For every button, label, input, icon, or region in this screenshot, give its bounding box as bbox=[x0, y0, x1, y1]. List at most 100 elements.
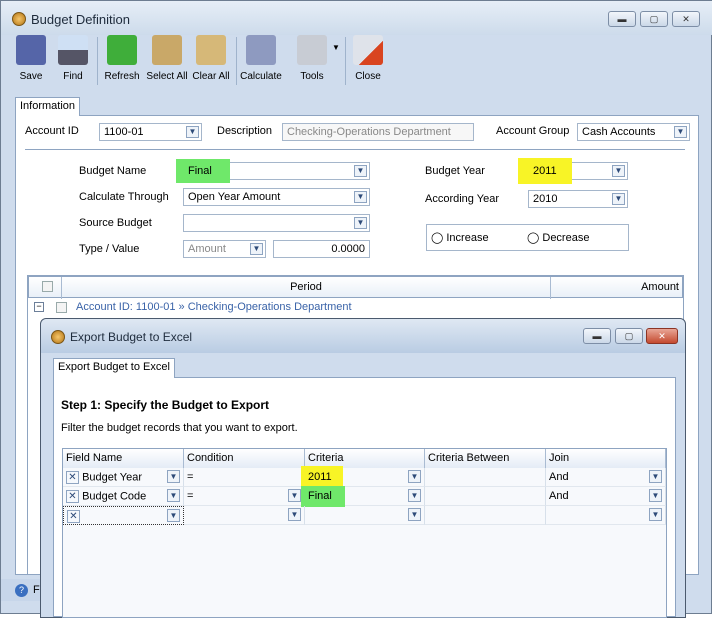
remove-row-icon[interactable]: ✕ bbox=[66, 490, 79, 503]
chevron-down-icon: ▼ bbox=[288, 489, 301, 502]
tab-export-budget[interactable]: Export Budget to Excel bbox=[53, 358, 175, 378]
account-id-combo[interactable]: 1100-01 ▼ bbox=[99, 123, 202, 141]
filter-row-2-criteria[interactable]: Final ▼ bbox=[301, 486, 425, 507]
dialog-close-button[interactable]: ✕ bbox=[646, 328, 678, 344]
filter-row-1-criteria[interactable]: 2011 ▼ bbox=[301, 466, 425, 488]
group-row-checkbox[interactable] bbox=[56, 302, 67, 313]
filter-grid: Field Name Condition Criteria Criteria B… bbox=[62, 448, 667, 618]
budget-year-combo[interactable]: 2011 ▼ bbox=[518, 158, 628, 184]
close-toolbar-button[interactable]: Close bbox=[349, 35, 387, 87]
collapse-icon[interactable]: − bbox=[34, 302, 44, 312]
condition-header[interactable]: Condition bbox=[184, 449, 305, 468]
maximize-button[interactable]: ▢ bbox=[640, 11, 668, 27]
dialog-title: Export Budget to Excel bbox=[70, 330, 193, 344]
filter-row-1-join[interactable]: And ▼ bbox=[546, 468, 666, 487]
window-title: Budget Definition bbox=[31, 12, 131, 27]
according-year-combo[interactable]: 2010 ▼ bbox=[528, 190, 628, 208]
type-value-label: Type / Value bbox=[79, 243, 140, 255]
refresh-icon bbox=[107, 35, 137, 65]
calculator-icon bbox=[246, 35, 276, 65]
binoculars-icon bbox=[58, 35, 88, 65]
status-bar: ? F bbox=[1, 579, 41, 601]
tools-dropdown-arrow-icon[interactable]: ▼ bbox=[332, 43, 340, 52]
app-icon bbox=[51, 330, 65, 344]
source-budget-label: Source Budget bbox=[79, 217, 152, 229]
filter-row-2-field[interactable]: ✕ Budget Code ▼ bbox=[63, 487, 184, 506]
clipboard-check-icon bbox=[152, 35, 182, 65]
chevron-down-icon: ▼ bbox=[167, 509, 180, 522]
chevron-down-icon: ▼ bbox=[649, 508, 662, 521]
remove-row-icon[interactable]: ✕ bbox=[66, 471, 79, 484]
filter-row-1-condition[interactable]: = bbox=[184, 468, 305, 487]
type-combo[interactable]: Amount ▼ bbox=[183, 240, 266, 258]
app-icon bbox=[12, 12, 26, 26]
value-field[interactable]: 0.0000 bbox=[273, 240, 370, 258]
chevron-down-icon: ▼ bbox=[186, 126, 199, 138]
clipboard-eraser-icon bbox=[196, 35, 226, 65]
filter-row-3-criteria[interactable]: ▼ bbox=[305, 506, 425, 525]
chevron-down-icon: ▼ bbox=[649, 470, 662, 483]
select-all-checkbox[interactable] bbox=[42, 281, 53, 292]
toolbar: Save Find Refresh Select All Clear All C… bbox=[9, 35, 399, 89]
calculate-through-combo[interactable]: Open Year Amount ▼ bbox=[183, 188, 370, 206]
filter-row-3-between[interactable] bbox=[425, 506, 546, 525]
description-field[interactable]: Checking-Operations Department bbox=[282, 123, 474, 141]
tab-information[interactable]: Information bbox=[15, 97, 81, 116]
decrease-radio[interactable]: ◯ Decrease bbox=[527, 231, 589, 244]
clear-all-button[interactable]: Clear All bbox=[191, 35, 231, 87]
filter-row-1-field[interactable]: ✕ Budget Year ▼ bbox=[63, 468, 184, 487]
period-header[interactable]: Period bbox=[62, 281, 550, 293]
calculate-button[interactable]: Calculate bbox=[239, 35, 283, 87]
minimize-button[interactable]: ▬ bbox=[608, 11, 636, 27]
filter-row-3-condition[interactable]: ▼ bbox=[184, 506, 305, 525]
chevron-down-icon: ▼ bbox=[612, 165, 625, 177]
source-budget-combo[interactable]: ▼ bbox=[183, 214, 370, 232]
select-all-button[interactable]: Select All bbox=[145, 35, 189, 87]
according-year-label: According Year bbox=[425, 193, 499, 205]
filter-row-2-condition[interactable]: = ▼ bbox=[184, 487, 305, 506]
chevron-down-icon: ▼ bbox=[354, 165, 367, 177]
increase-radio[interactable]: ◯ Increase bbox=[431, 231, 489, 244]
find-button[interactable]: Find bbox=[55, 35, 91, 87]
filter-row-1-between[interactable] bbox=[425, 468, 546, 487]
chevron-down-icon: ▼ bbox=[612, 193, 625, 205]
close-button[interactable]: ✕ bbox=[672, 11, 700, 27]
increase-decrease-group: ◯ Increase ◯ Decrease bbox=[426, 224, 629, 251]
calculate-through-label: Calculate Through bbox=[79, 191, 169, 203]
budget-name-combo[interactable]: Final ▼ bbox=[176, 159, 370, 183]
filter-row-2-between[interactable] bbox=[425, 487, 546, 506]
chevron-down-icon: ▼ bbox=[408, 470, 421, 483]
dialog-maximize-button[interactable]: ▢ bbox=[615, 328, 643, 344]
chevron-down-icon: ▼ bbox=[288, 508, 301, 521]
account-group-combo[interactable]: Cash Accounts ▼ bbox=[577, 123, 690, 141]
dialog-title-bar: Export Budget to Excel ▬ ▢ ✕ bbox=[41, 319, 685, 353]
filter-row-2-join[interactable]: And ▼ bbox=[546, 487, 666, 506]
help-icon[interactable]: ? bbox=[15, 584, 28, 597]
account-group-label: Account Group bbox=[496, 125, 570, 137]
chevron-down-icon: ▼ bbox=[354, 191, 367, 203]
chevron-down-icon: ▼ bbox=[408, 508, 421, 521]
group-row: Account ID: 1100-01 » Checking-Operation… bbox=[76, 301, 352, 313]
save-button[interactable]: Save bbox=[13, 35, 49, 87]
account-id-label: Account ID bbox=[25, 125, 79, 137]
filter-row-3-field[interactable]: ✕ ▼ bbox=[63, 506, 184, 525]
refresh-button[interactable]: Refresh bbox=[103, 35, 141, 87]
amount-header[interactable]: Amount bbox=[551, 281, 679, 293]
floppy-disk-icon bbox=[16, 35, 46, 65]
chevron-down-icon: ▼ bbox=[250, 243, 263, 255]
join-header[interactable]: Join bbox=[546, 449, 666, 468]
filter-row-3-join[interactable]: ▼ bbox=[546, 506, 666, 525]
dialog-minimize-button[interactable]: ▬ bbox=[583, 328, 611, 344]
remove-row-icon[interactable]: ✕ bbox=[67, 510, 80, 523]
field-name-header[interactable]: Field Name bbox=[63, 449, 184, 468]
budget-name-label: Budget Name bbox=[79, 165, 147, 177]
chevron-down-icon: ▼ bbox=[674, 126, 687, 138]
tools-button[interactable]: Tools bbox=[289, 35, 335, 87]
close-window-icon bbox=[353, 35, 383, 65]
export-dialog: Export Budget to Excel ▬ ▢ ✕ Export Budg… bbox=[40, 318, 686, 618]
title-bar: Budget Definition ▬ ▢ ✕ bbox=[1, 1, 712, 35]
chevron-down-icon: ▼ bbox=[649, 489, 662, 502]
chevron-down-icon: ▼ bbox=[167, 470, 180, 483]
criteria-between-header[interactable]: Criteria Between bbox=[425, 449, 546, 468]
tools-icon bbox=[297, 35, 327, 65]
